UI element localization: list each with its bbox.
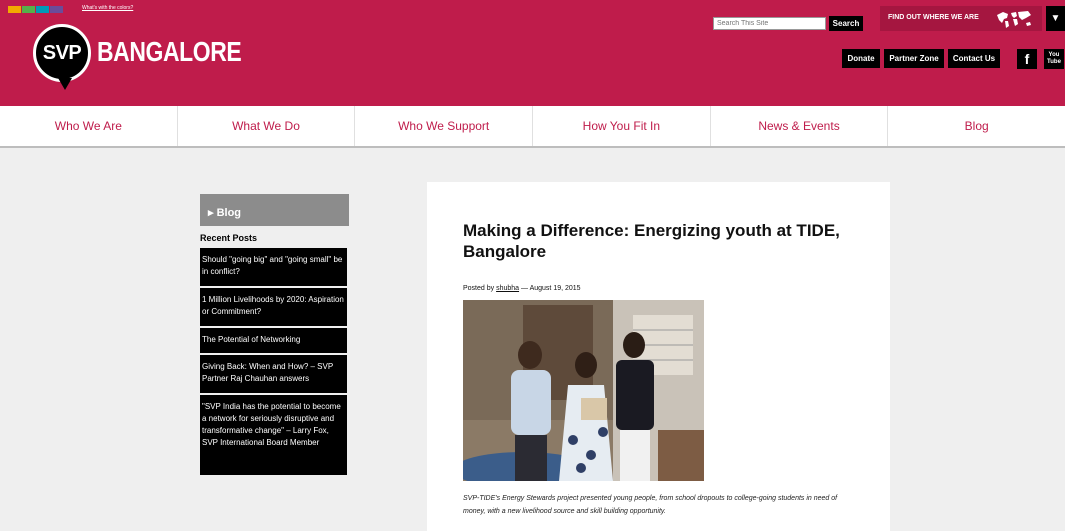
- find-location-button[interactable]: FIND OUT WHERE WE ARE: [880, 6, 1042, 31]
- find-label: FIND OUT WHERE WE ARE: [888, 14, 979, 21]
- recent-post-item[interactable]: Should "going big" and "going small" be …: [200, 248, 347, 286]
- meta-separator: —: [521, 285, 529, 292]
- article-title[interactable]: Making a Difference: Energizing youth at…: [463, 220, 843, 262]
- color-swatch: [22, 6, 35, 13]
- recent-posts-label: Recent Posts: [200, 233, 258, 243]
- post-date: August 19, 2015: [529, 285, 581, 292]
- recent-post-item[interactable]: Giving Back: When and How? – SVP Partner…: [200, 355, 347, 393]
- donate-button[interactable]: Donate: [842, 49, 880, 68]
- color-swatch: [8, 6, 21, 13]
- search-input[interactable]: [713, 17, 826, 30]
- color-strip: [8, 6, 78, 13]
- author-link[interactable]: shubha: [496, 285, 519, 292]
- contact-us-button[interactable]: Contact Us: [948, 49, 1000, 68]
- colors-link[interactable]: What's with the colors?: [82, 5, 133, 11]
- photo-caption: SVP-TIDE's Energy Stewards project prese…: [463, 495, 838, 515]
- nav-who-we-are[interactable]: Who We Are: [0, 106, 178, 146]
- site-header: What's with the colors? SVP BANGALORE Se…: [0, 0, 1065, 106]
- world-map-icon: [997, 11, 1031, 28]
- search-button[interactable]: Search: [829, 16, 863, 31]
- logo-city[interactable]: BANGALORE: [97, 36, 242, 68]
- article-meta: Posted by shubha — August 19, 2015: [463, 285, 581, 292]
- partner-zone-button[interactable]: Partner Zone: [884, 49, 944, 68]
- recent-post-item[interactable]: The Potential of Networking: [200, 328, 347, 353]
- article-photo: [463, 300, 704, 481]
- posted-by-label: Posted by: [463, 285, 495, 292]
- logo-pin-icon[interactable]: SVP: [33, 24, 91, 90]
- chevron-down-icon[interactable]: ▼: [1046, 6, 1065, 31]
- facebook-icon[interactable]: f: [1017, 49, 1037, 69]
- recent-post-item[interactable]: "SVP India has the potential to become a…: [200, 395, 347, 475]
- color-swatch: [64, 6, 77, 13]
- color-swatch: [50, 6, 63, 13]
- recent-post-item[interactable]: 1 Million Livelihoods by 2020: Aspiratio…: [200, 288, 347, 326]
- nav-news-events[interactable]: News & Events: [711, 106, 889, 146]
- logo-mark: SVP: [42, 41, 82, 64]
- article-card: Making a Difference: Energizing youth at…: [427, 182, 890, 531]
- nav-blog[interactable]: Blog: [888, 106, 1065, 146]
- youtube-icon[interactable]: You Tube: [1044, 49, 1064, 69]
- color-swatch: [36, 6, 49, 13]
- nav-who-we-support[interactable]: Who We Support: [355, 106, 534, 146]
- main-nav: Who We Are What We Do Who We Support How…: [0, 106, 1065, 148]
- nav-what-we-do[interactable]: What We Do: [178, 106, 356, 146]
- sidebar-heading[interactable]: ▸ Blog: [200, 194, 349, 226]
- nav-how-you-fit-in[interactable]: How You Fit In: [533, 106, 711, 146]
